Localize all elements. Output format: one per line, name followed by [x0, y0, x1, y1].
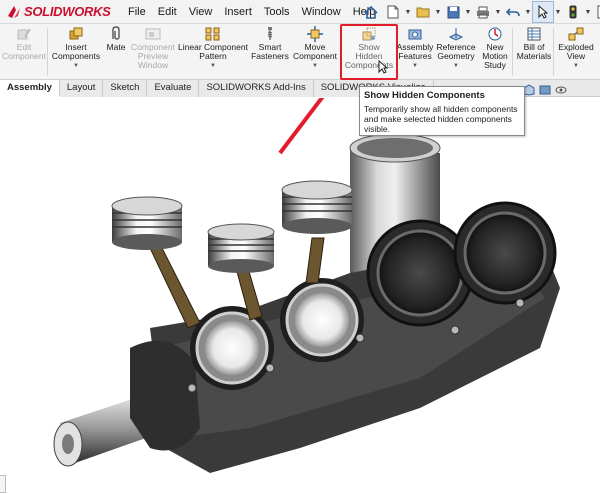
main-bearing-middle[interactable]: [280, 278, 364, 362]
logo-text: SOLIDWORKS: [24, 4, 111, 19]
print-icon[interactable]: [472, 1, 494, 23]
rebuild-dropdown-icon[interactable]: ▼: [584, 1, 592, 23]
linear-component-pattern-button[interactable]: Linear Component Pattern ▼: [178, 26, 248, 78]
edit-component-icon: [16, 26, 32, 42]
component-preview-window-button[interactable]: Component Preview Window: [130, 26, 176, 78]
menu-file[interactable]: File: [122, 0, 152, 24]
print-dropdown-icon[interactable]: ▼: [494, 1, 502, 23]
new-motion-study-button[interactable]: New Motion Study: [478, 26, 512, 78]
new-document-icon[interactable]: [382, 1, 404, 23]
edit-component-button[interactable]: Edit Component: [2, 26, 46, 78]
select-arrow-icon[interactable]: [532, 1, 554, 23]
paperclip-icon: [108, 26, 124, 42]
engine-assembly-model[interactable]: [0, 98, 600, 494]
component-preview-icon: [145, 26, 161, 42]
highlight-frame: [340, 24, 398, 80]
quick-access-toolbar: ▼ ▼ ▼ ▼ ▼ ▼ ▼: [360, 0, 600, 24]
assembly-features-icon: [407, 26, 423, 42]
chevron-down-icon[interactable]: ▼: [210, 62, 216, 71]
move-component-label: Move Component: [293, 42, 337, 61]
undo-icon[interactable]: [502, 1, 524, 23]
heads-up-toolbar: [520, 84, 568, 96]
save-icon[interactable]: [442, 1, 464, 23]
menu-tools[interactable]: Tools: [258, 0, 296, 24]
home-icon[interactable]: [360, 1, 382, 23]
mate-button[interactable]: Mate: [104, 26, 128, 78]
menu-view[interactable]: View: [183, 0, 219, 24]
chevron-down-icon[interactable]: ▼: [412, 62, 418, 71]
reference-geometry-label: Reference Geometry: [436, 42, 476, 61]
display-style-icon[interactable]: [538, 84, 552, 96]
tab-sketch[interactable]: Sketch: [103, 80, 148, 97]
chevron-down-icon[interactable]: ▼: [312, 62, 318, 71]
smart-fasteners-icon: [262, 26, 278, 42]
move-component-button[interactable]: Move Component ▼: [292, 26, 338, 78]
feature-manager-expand-tab[interactable]: [0, 475, 6, 493]
bill-of-materials-button[interactable]: Bill of Materials: [514, 26, 554, 78]
mouse-cursor: [378, 60, 388, 74]
insert-components-button[interactable]: Insert Components ▼: [50, 26, 102, 78]
select-dropdown-icon[interactable]: ▼: [554, 1, 562, 23]
piston-2[interactable]: [207, 223, 275, 273]
file-properties-icon[interactable]: [592, 1, 600, 23]
linear-pattern-label: Linear Component Pattern: [178, 42, 248, 61]
reference-geometry-icon: [448, 26, 464, 42]
traffic-light-icon[interactable]: [562, 1, 584, 23]
exploded-view-label: Exploded View: [558, 42, 594, 61]
annotation-arrow: [278, 98, 325, 155]
chevron-down-icon[interactable]: ▼: [573, 62, 579, 71]
ribbon-divider: [512, 28, 513, 76]
main-bearing-left[interactable]: [190, 306, 274, 390]
tab-assembly[interactable]: Assembly: [0, 80, 60, 97]
motion-study-label: New Motion Study: [482, 42, 508, 70]
ribbon-divider: [47, 28, 48, 76]
hide-show-items-icon[interactable]: [554, 84, 568, 96]
command-manager: Edit Component Insert Components ▼ Mate …: [0, 24, 600, 80]
title-bar: SOLIDWORKS File Edit View Insert Tools W…: [0, 0, 600, 24]
exploded-view-icon: [568, 26, 584, 42]
mate-label: Mate: [106, 42, 126, 52]
menu-insert[interactable]: Insert: [218, 0, 258, 24]
reference-geometry-button[interactable]: Reference Geometry ▼: [434, 26, 478, 78]
move-component-icon: [307, 26, 323, 42]
linear-pattern-icon: [205, 26, 221, 42]
insert-components-label: Insert Components: [51, 42, 101, 61]
tab-evaluate[interactable]: Evaluate: [147, 80, 200, 97]
new-dropdown-icon[interactable]: ▼: [404, 1, 412, 23]
ribbon-divider: [553, 28, 554, 76]
chevron-down-icon[interactable]: ▼: [73, 62, 79, 71]
tab-solidworks-add-ins[interactable]: SOLIDWORKS Add-Ins: [199, 80, 314, 97]
smart-fasteners-button[interactable]: Smart Fasteners: [250, 26, 290, 78]
menu-window[interactable]: Window: [296, 0, 347, 24]
exploded-view-button[interactable]: Exploded View ▼: [555, 26, 597, 78]
assembly-features-button[interactable]: Assembly Features ▼: [396, 26, 434, 78]
motion-study-icon: [487, 26, 503, 42]
tab-layout[interactable]: Layout: [59, 80, 104, 97]
bom-label: Bill of Materials: [516, 42, 552, 61]
smart-fasteners-label: Smart Fasteners: [251, 42, 289, 61]
tooltip-title: Show Hidden Components: [364, 90, 485, 101]
save-dropdown-icon[interactable]: ▼: [464, 1, 472, 23]
tooltip-body: Temporarily show all hidden components a…: [364, 104, 518, 134]
solidworks-logo[interactable]: SOLIDWORKS: [0, 0, 120, 24]
piston-3[interactable]: [281, 180, 353, 234]
assembly-features-label: Assembly Features: [396, 42, 434, 61]
edit-component-label: Edit Component: [2, 42, 46, 61]
open-dropdown-icon[interactable]: ▼: [434, 1, 442, 23]
insert-components-icon: [68, 26, 84, 42]
piston-1[interactable]: [111, 196, 183, 250]
chevron-down-icon[interactable]: ▼: [453, 62, 459, 71]
component-preview-label: Component Preview Window: [131, 42, 175, 70]
undo-dropdown-icon[interactable]: ▼: [524, 1, 532, 23]
graphics-area[interactable]: [0, 98, 600, 494]
open-folder-icon[interactable]: [412, 1, 434, 23]
show-hidden-components-tooltip: Show Hidden Components Temporarily show …: [359, 86, 525, 136]
bom-icon: [526, 26, 542, 42]
ds-logo-icon: [8, 5, 20, 18]
menu-edit[interactable]: Edit: [152, 0, 183, 24]
crankshaft-nose[interactable]: [53, 340, 200, 467]
